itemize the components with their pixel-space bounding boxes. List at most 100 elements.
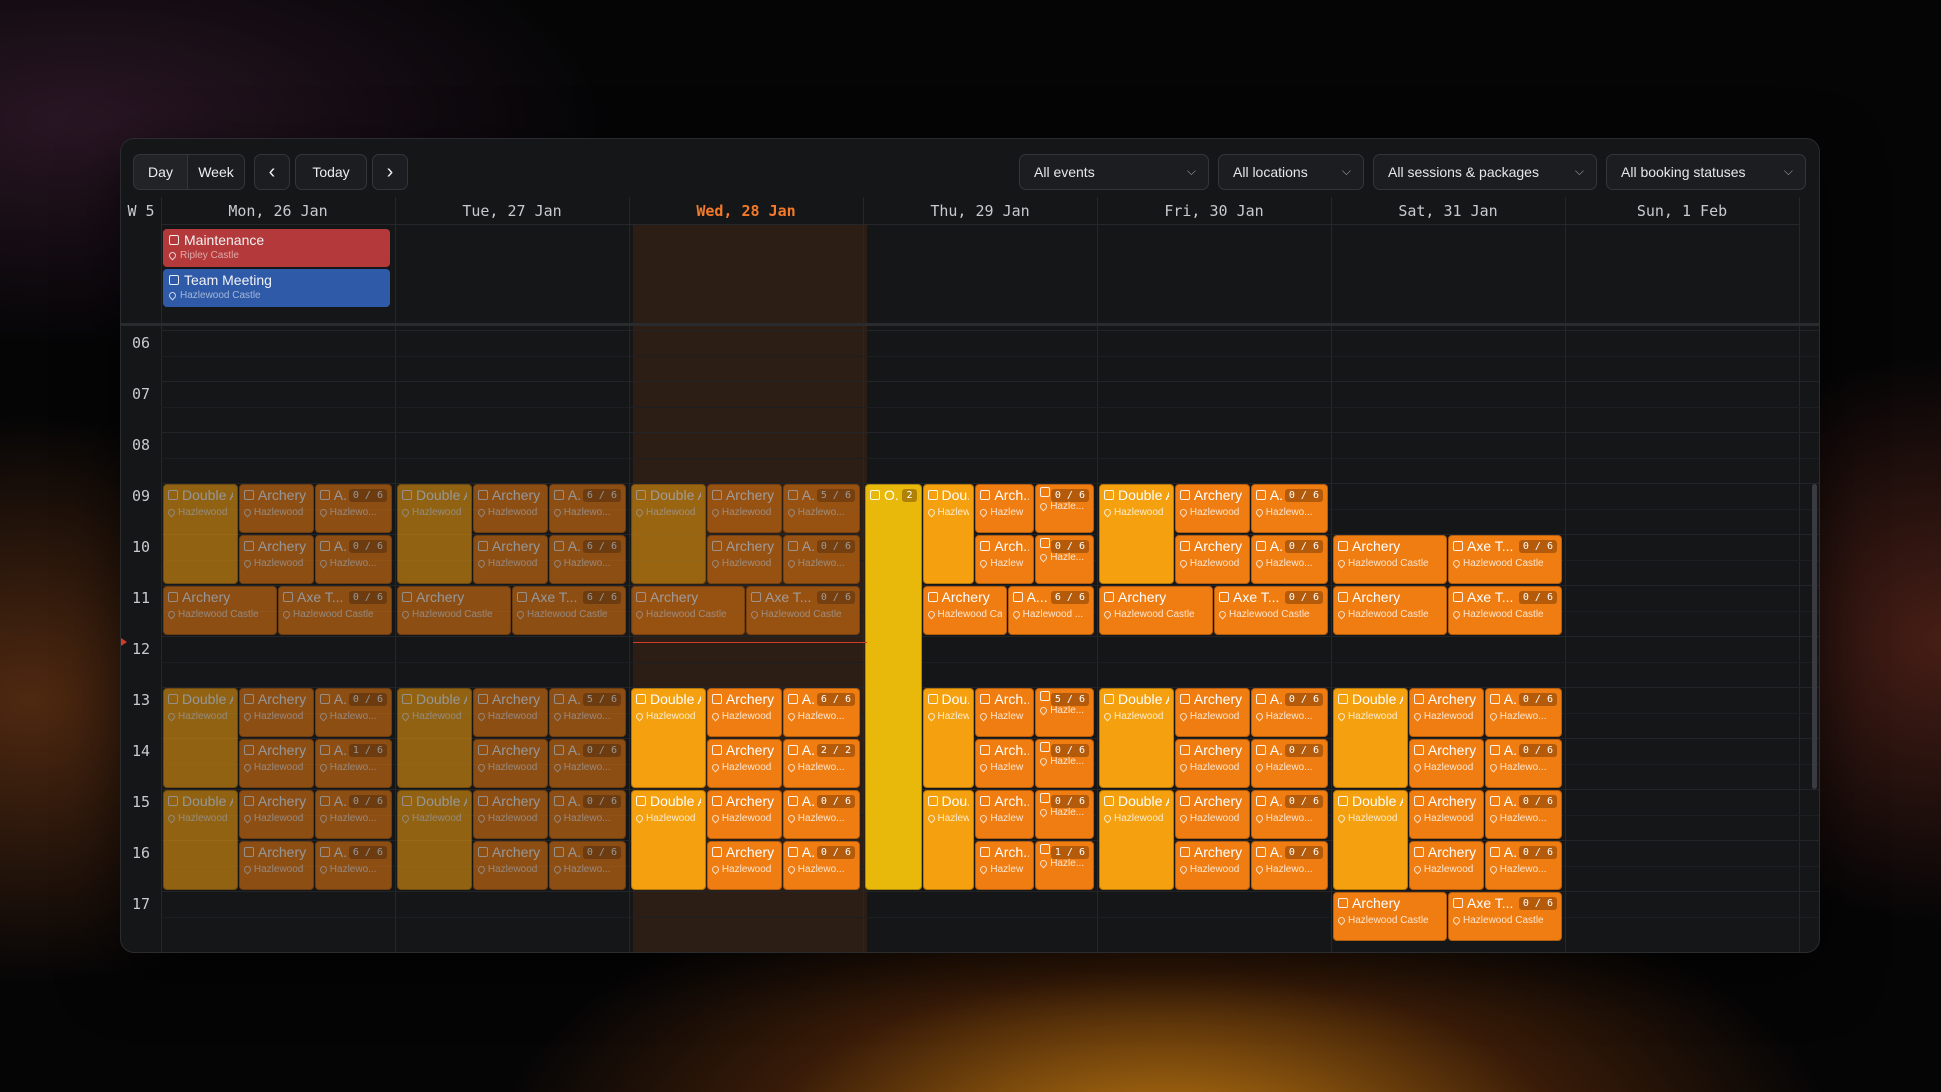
- event-block[interactable]: Archery Hazlewood: [472, 790, 548, 839]
- vertical-scrollbar[interactable]: [1812, 484, 1817, 789]
- event-block[interactable]: Double A Hazlewood: [163, 484, 238, 584]
- event-block[interactable]: A. Hazlewo... 0 / 6: [548, 841, 626, 890]
- event-block[interactable]: Archery Hazlewood: [238, 841, 314, 890]
- event-block[interactable]: Dou... Hazlew: [922, 484, 975, 584]
- sessions-filter-dropdown[interactable]: All sessions & packages ⌵: [1373, 154, 1597, 190]
- event-block[interactable]: A. Hazlewo... 0 / 6: [314, 688, 392, 737]
- event-block[interactable]: Double A Hazlewood: [1333, 790, 1408, 890]
- event-block[interactable]: Archery Hazlewood: [472, 739, 548, 788]
- event-block[interactable]: Archery Hazlewood Ca: [922, 586, 1007, 635]
- allday-event-maintenance[interactable]: Maintenance Ripley Castle: [163, 229, 390, 267]
- event-block[interactable]: Archery Hazlewood Castle: [1333, 586, 1447, 635]
- event-block[interactable]: Archery Hazlewood: [472, 535, 548, 584]
- event-block[interactable]: Archery Hazlewood: [1174, 790, 1250, 839]
- day-header[interactable]: Wed, 28 Jan: [629, 197, 863, 225]
- event-block[interactable]: A. Hazlewo... 0 / 6: [548, 739, 626, 788]
- event-block[interactable]: A. Hazlewo... 0 / 6: [1250, 535, 1328, 584]
- event-block[interactable]: Archery Hazlewood: [1174, 841, 1250, 890]
- event-block[interactable]: A... Hazlewood ... 6 / 6: [1007, 586, 1094, 635]
- event-block[interactable]: Archery Hazlewood: [238, 739, 314, 788]
- day-view-button[interactable]: Day: [133, 154, 188, 190]
- event-block[interactable]: Axe T... Hazlewood Castle 0 / 6: [1214, 586, 1328, 635]
- event-block[interactable]: Archery Hazlewood: [706, 790, 782, 839]
- day-header[interactable]: Sat, 31 Jan: [1331, 197, 1565, 225]
- event-block[interactable]: Archery Hazlewood: [238, 790, 314, 839]
- events-filter-dropdown[interactable]: All events ⌵: [1019, 154, 1209, 190]
- event-block[interactable]: Archery Hazlewood: [1174, 688, 1250, 737]
- event-block[interactable]: A. Hazlewo... 0 / 6: [782, 535, 860, 584]
- event-block[interactable]: Dou... Hazlew: [922, 688, 975, 788]
- event-block[interactable]: Hazle... 0 / 6: [1035, 535, 1094, 584]
- event-block[interactable]: O. 2: [865, 484, 922, 890]
- event-block[interactable]: A. Hazlewo... 0 / 6: [782, 841, 860, 890]
- locations-filter-dropdown[interactable]: All locations ⌵: [1218, 154, 1364, 190]
- allday-event-team-meeting[interactable]: Team Meeting Hazlewood Castle: [163, 269, 390, 307]
- event-block[interactable]: Archery Hazlewood: [472, 484, 548, 533]
- event-block[interactable]: Double A Hazlewood: [163, 790, 238, 890]
- event-block[interactable]: Axe T... Hazlewood Castle 0 / 6: [1448, 535, 1562, 584]
- event-block[interactable]: Archery Hazlewood Castle: [1333, 892, 1447, 941]
- prev-week-button[interactable]: ‹: [254, 154, 290, 190]
- event-block[interactable]: Double A Hazlewood: [631, 688, 706, 788]
- event-block[interactable]: Archery Hazlewood Castle: [397, 586, 511, 635]
- event-block[interactable]: Archery Hazlewood Castle: [1333, 535, 1447, 584]
- event-block[interactable]: Hazle... 0 / 6: [1035, 739, 1094, 788]
- event-block[interactable]: Hazle... 5 / 6: [1035, 688, 1094, 737]
- event-block[interactable]: Archery Hazlewood: [238, 688, 314, 737]
- event-block[interactable]: Double A Hazlewood: [631, 484, 706, 584]
- event-block[interactable]: Double A Hazlewood: [1333, 688, 1408, 788]
- event-block[interactable]: A. Hazlewo... 0 / 6: [314, 535, 392, 584]
- event-block[interactable]: Archery Hazlewood: [1408, 841, 1484, 890]
- event-block[interactable]: Arch... Hazlew: [975, 484, 1035, 533]
- today-button[interactable]: Today: [295, 154, 367, 190]
- event-block[interactable]: Archery Hazlewood Castle: [631, 586, 745, 635]
- event-block[interactable]: A. Hazlewo... 0 / 6: [314, 484, 392, 533]
- event-block[interactable]: Hazle... 1 / 6: [1035, 841, 1094, 890]
- event-block[interactable]: A. Hazlewo... 0 / 6: [1250, 739, 1328, 788]
- event-block[interactable]: Double A Hazlewood: [1099, 790, 1174, 890]
- event-block[interactable]: Archery Hazlewood: [1174, 484, 1250, 533]
- event-block[interactable]: A. Hazlewo... 0 / 6: [1250, 484, 1328, 533]
- event-block[interactable]: Archery Hazlewood Castle: [1099, 586, 1213, 635]
- event-block[interactable]: Archery Hazlewood: [238, 484, 314, 533]
- event-block[interactable]: A. Hazlewo... 0 / 6: [1250, 790, 1328, 839]
- event-block[interactable]: Archery Hazlewood: [1408, 688, 1484, 737]
- event-block[interactable]: Archery Hazlewood: [706, 535, 782, 584]
- event-block[interactable]: Arch... Hazlew: [975, 739, 1035, 788]
- event-block[interactable]: A. Hazlewo... 6 / 6: [782, 688, 860, 737]
- event-block[interactable]: Archery Hazlewood: [1174, 739, 1250, 788]
- event-block[interactable]: A. Hazlewo... 0 / 6: [1250, 841, 1328, 890]
- event-block[interactable]: Double A Hazlewood: [397, 484, 472, 584]
- event-block[interactable]: Arch... Hazlew: [975, 688, 1035, 737]
- day-header[interactable]: Fri, 30 Jan: [1097, 197, 1331, 225]
- day-header[interactable]: Sun, 1 Feb: [1565, 197, 1799, 225]
- day-header[interactable]: Tue, 27 Jan: [395, 197, 629, 225]
- booking-status-filter-dropdown[interactable]: All booking statuses ⌵: [1606, 154, 1806, 190]
- event-block[interactable]: A. Hazlewo... 0 / 6: [314, 790, 392, 839]
- event-block[interactable]: A. Hazlewo... 5 / 6: [548, 688, 626, 737]
- event-block[interactable]: Axe T... Hazlewood Castle 0 / 6: [278, 586, 392, 635]
- event-block[interactable]: Arch... Hazlew: [975, 535, 1035, 584]
- event-block[interactable]: Hazle... 0 / 6: [1035, 484, 1094, 533]
- event-block[interactable]: Dou... Hazlew: [922, 790, 975, 890]
- event-block[interactable]: Double A Hazlewood: [1099, 484, 1174, 584]
- week-view-button[interactable]: Week: [188, 154, 245, 190]
- event-block[interactable]: Hazle... 0 / 6: [1035, 790, 1094, 839]
- day-header[interactable]: Thu, 29 Jan: [863, 197, 1097, 225]
- event-block[interactable]: A. Hazlewo... 0 / 6: [548, 790, 626, 839]
- event-block[interactable]: Arch... Hazlew: [975, 790, 1035, 839]
- event-block[interactable]: Archery Hazlewood: [706, 688, 782, 737]
- event-block[interactable]: Axe T... Hazlewood Castle 0 / 6: [1448, 892, 1562, 941]
- day-header[interactable]: Mon, 26 Jan: [161, 197, 395, 225]
- event-block[interactable]: Archery Hazlewood: [1174, 535, 1250, 584]
- event-block[interactable]: Archery Hazlewood: [472, 841, 548, 890]
- event-block[interactable]: A. Hazlewo... 1 / 6: [314, 739, 392, 788]
- event-block[interactable]: A. Hazlewo... 6 / 6: [548, 484, 626, 533]
- event-block[interactable]: A. Hazlewo... 0 / 6: [782, 790, 860, 839]
- event-block[interactable]: A. Hazlewo... 0 / 6: [1484, 688, 1562, 737]
- event-block[interactable]: A. Hazlewo... 0 / 6: [1250, 688, 1328, 737]
- event-block[interactable]: A. Hazlewo... 6 / 6: [314, 841, 392, 890]
- event-block[interactable]: Axe T... Hazlewood Castle 0 / 6: [746, 586, 860, 635]
- event-block[interactable]: A. Hazlewo... 0 / 6: [1484, 841, 1562, 890]
- event-block[interactable]: Double A Hazlewood: [1099, 688, 1174, 788]
